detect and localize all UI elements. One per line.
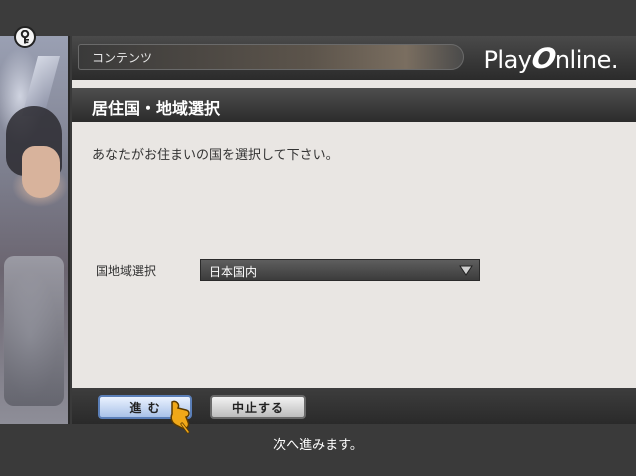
character-art: [0, 36, 70, 424]
header-bar: コンテンツ PlayOnline.: [72, 36, 636, 80]
logo-dot: .: [610, 46, 619, 74]
cancel-button[interactable]: 中止する: [210, 395, 306, 419]
face-shape: [22, 146, 60, 198]
page-title-bar: 居住国・地域選択: [72, 88, 636, 122]
triangle-down-icon: [459, 265, 473, 276]
top-band: [0, 0, 636, 36]
breadcrumb-label: コンテンツ: [92, 51, 153, 65]
logo-o: O: [528, 42, 558, 75]
hand-pointer-icon: [170, 400, 190, 434]
armor-shape: [4, 256, 64, 406]
status-message: 次へ進みます。: [273, 438, 363, 453]
main-window: コンテンツ PlayOnline. 居住国・地域選択 あなたがお住まいの国を選択…: [72, 36, 636, 424]
region-label: 国地域選択: [96, 264, 157, 278]
button-bar: 進 む 中止する: [72, 388, 636, 424]
playonline-logo: PlayOnline.: [483, 42, 619, 75]
region-select[interactable]: 日本国内: [200, 259, 480, 281]
instruction-text: あなたがお住まいの国を選択して下さい。: [92, 148, 339, 163]
region-select-value: 日本国内: [209, 265, 258, 279]
help-key-icon[interactable]: [14, 26, 36, 48]
logo-nline: nline: [554, 46, 612, 74]
breadcrumb: コンテンツ: [78, 44, 464, 70]
page-title: 居住国・地域選択: [92, 99, 221, 118]
logo-play: Play: [483, 46, 532, 74]
